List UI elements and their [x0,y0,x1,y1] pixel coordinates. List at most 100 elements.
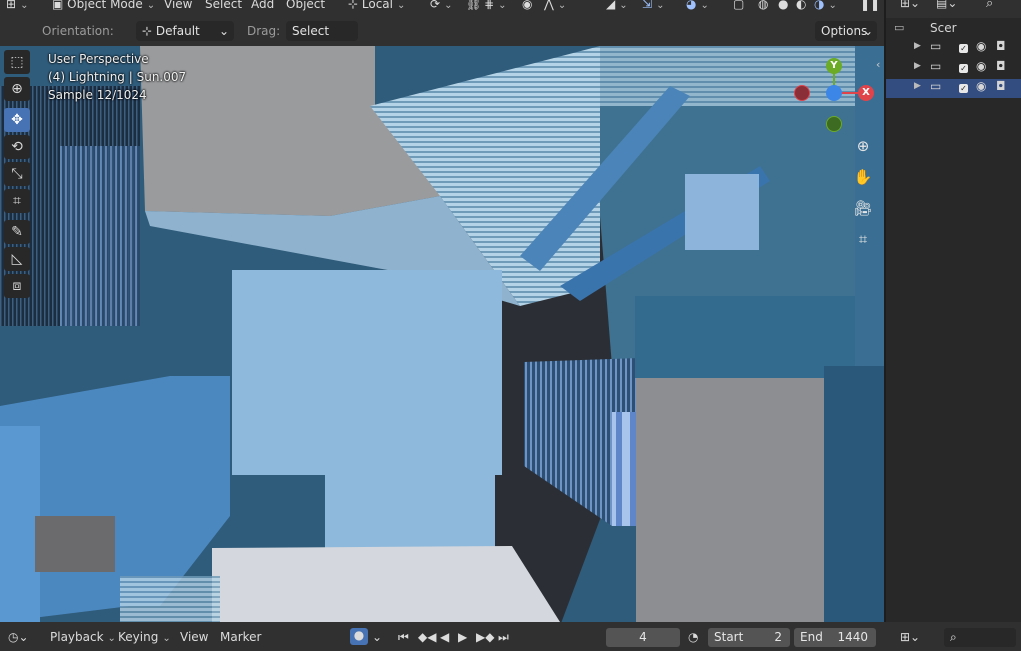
prev-keyframe-icon[interactable]: ◆◀ [418,630,436,644]
transform-space-selector[interactable]: ⊹ Local [348,0,405,11]
measure-icon[interactable]: ◺ [4,247,30,271]
gizmo-neg-y-axis[interactable] [826,116,842,132]
add-cube-icon[interactable]: ⧈ [4,274,30,298]
pivot-icon[interactable]: ⟳ [430,0,452,11]
display-mode-icon[interactable]: ▤⌄ [936,0,957,10]
perspective-grid-icon[interactable]: ⌗ [852,228,874,250]
chevron-down-icon: ⌄ [862,24,873,38]
cursor-icon[interactable]: ⊕ [4,77,30,101]
tool-shelf: ⬚ ⊕ ✥ ⟲ ⤡ ⌗ ✎ ◺ ⧈ [4,50,32,301]
outliner-row-collection-2[interactable]: ▶ ▭ ✓ ◉ ◘ [886,59,1021,78]
menu-marker[interactable]: Marker [220,630,261,644]
orientation-label: Orientation: [42,24,114,38]
overlays-icon[interactable]: ◕ [686,0,709,11]
rotate-icon[interactable]: ⟲ [4,135,30,159]
pan-hand-icon[interactable]: ✋ [852,166,874,188]
end-frame-field[interactable]: End 1440 [794,628,876,647]
next-keyframe-icon[interactable]: ▶◆ [476,630,494,644]
material-shading-icon[interactable]: ◐ [796,0,806,11]
transform-icon[interactable]: ⌗ [4,189,30,213]
camera-icon[interactable]: ◘ [996,59,1006,73]
checkbox-icon[interactable]: ✓ [959,64,968,73]
checkbox-icon[interactable]: ✓ [959,84,968,93]
menu-add[interactable]: Add [251,0,274,11]
drag-dropdown[interactable]: Select Box ⌄ [286,21,358,58]
menu-view[interactable]: View [180,630,208,644]
solid-shading-icon[interactable]: ● [778,0,788,11]
outliner-editor-type-icon[interactable]: ⊞⌄ [900,630,920,644]
jump-end-icon[interactable]: ⏭ [498,630,509,645]
outliner-search-field[interactable]: ⌕ [944,628,1016,647]
gizmo-z-axis[interactable] [826,85,842,101]
annotate-icon[interactable]: ✎ [4,220,30,244]
falloff-icon[interactable]: ⋀ [544,0,566,11]
search-icon: ⌕ [950,630,957,644]
menu-view[interactable]: View [164,0,192,11]
stopwatch-icon[interactable]: ◔ [688,630,698,644]
checkbox-icon[interactable]: ✓ [959,44,968,53]
xray-icon[interactable]: ▢ [733,0,744,11]
menu-playback[interactable]: Playback [50,630,116,644]
collection-icon: ▭ [930,39,942,53]
search-icon[interactable]: ⌕ [986,0,993,11]
expand-arrow-icon[interactable]: ▶ [914,81,921,91]
rendered-shading-icon[interactable]: ◑ [814,0,837,11]
viewport-header: ⊞ ▣ Object Mode View Select Add Object ⊹… [0,0,884,16]
timeline-editor-icon[interactable]: ◷⌄ [8,630,29,644]
orientation-dropdown[interactable]: ⊹ Default ⌄ [136,21,234,41]
camera-view-icon[interactable]: 🎥︎ [852,197,874,219]
navigation-gizmo[interactable]: Y X [790,50,880,140]
eye-icon[interactable]: ◉ [976,79,986,93]
current-frame-field[interactable]: 4 [606,628,680,647]
scale-icon[interactable]: ⤡ [4,162,30,186]
end-value: 1440 [837,630,868,644]
pause-render-icon[interactable]: ❚❚ [860,0,880,11]
sidebar-toggle-icon[interactable]: ‹ [876,58,880,71]
wireframe-shading-icon[interactable]: ◍ [758,0,768,11]
jump-start-icon[interactable]: ⏮ [398,630,409,645]
menu-keying-label: Keying [118,630,159,644]
chevron-down-icon[interactable]: ⌄ [372,630,382,644]
snap-icon[interactable]: ⛓ [466,0,481,11]
start-label: Start [714,630,744,644]
camera-icon[interactable]: ◘ [996,39,1006,53]
transform-space-label: Local [361,0,393,11]
collection-icon: ▭ [930,59,942,73]
visibility-icon[interactable]: ◢ [606,0,628,11]
camera-icon[interactable]: ◘ [996,79,1006,93]
play-icon[interactable]: ▶ [458,630,467,644]
gizmo-y-axis[interactable]: Y [826,58,842,74]
outliner-row-scene[interactable]: ▭ Scer [886,19,1021,38]
start-frame-field[interactable]: Start 2 [708,628,790,647]
gizmo-x-axis[interactable]: X [858,85,874,101]
select-box-icon[interactable]: ⬚ [4,50,30,74]
outliner-row-collection-1[interactable]: ▶ ▭ ✓ ◉ ◘ [886,39,1021,58]
menu-select[interactable]: Select [205,0,242,11]
end-label: End [800,630,823,644]
auto-keying-icon[interactable]: ● [350,628,368,645]
gizmo-neg-x-axis[interactable] [794,85,810,101]
scene-collection-label: Scer [930,21,957,35]
options-dropdown[interactable]: Options ⌄ [815,21,877,41]
eye-icon[interactable]: ◉ [976,59,986,73]
timeline-header: ◷⌄ Playback Keying View Marker ● ⌄ ⏮ ◆◀ … [0,622,1021,651]
snap-grid-icon[interactable]: ⋕ [484,0,506,11]
outliner-row-collection-3[interactable]: ▶ ▭ ✓ ◉ ◘ [886,79,1021,98]
editor-type-icon[interactable]: ⊞ [6,0,28,11]
mode-selector[interactable]: ▣ Object Mode [52,0,155,11]
expand-arrow-icon[interactable]: ▶ [914,61,921,71]
3d-viewport[interactable]: User Perspective (4) Lightning | Sun.007… [0,46,884,622]
drag-label: Drag: [247,24,281,38]
expand-arrow-icon[interactable]: ▶ [914,41,921,51]
view-name: User Perspective [48,52,149,66]
move-icon[interactable]: ✥ [4,108,30,132]
zoom-icon[interactable]: ⊕ [852,135,874,157]
menu-object[interactable]: Object [286,0,325,11]
outliner-editor-icon[interactable]: ⊞⌄ [900,0,920,10]
proportional-edit-icon[interactable]: ◉ [522,0,532,11]
play-reverse-icon[interactable]: ◀ [440,630,449,644]
eye-icon[interactable]: ◉ [976,39,986,53]
gizmo-toggle-icon[interactable]: ⇲ [642,0,664,11]
menu-keying[interactable]: Keying [118,630,171,644]
tool-settings-bar: Orientation: ⊹ Default ⌄ Drag: Select Bo… [0,16,884,58]
